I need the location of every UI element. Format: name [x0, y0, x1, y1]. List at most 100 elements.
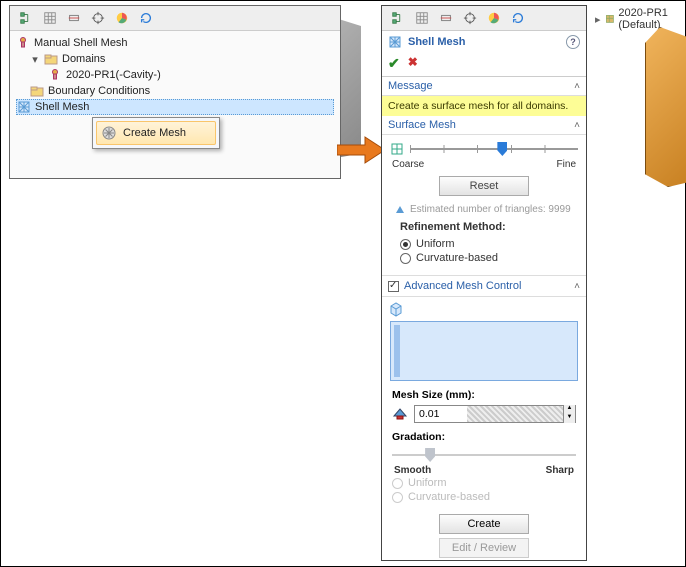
surface-mesh-header[interactable]: Surface Mesh ˄ — [382, 116, 586, 135]
refinement-header: Refinement Method: — [400, 221, 568, 233]
shellmesh-icon — [17, 100, 31, 114]
curvature-radio[interactable]: Curvature-based — [400, 251, 568, 265]
tree-domain-item-label: 2020-PR1(-Cavity-) — [66, 69, 161, 81]
part-icon — [605, 12, 615, 26]
uniform-radio[interactable]: Uniform — [400, 237, 568, 251]
radio-icon — [400, 253, 411, 264]
fine-label: Fine — [557, 159, 576, 170]
mesh-density-slider-row — [390, 141, 578, 157]
edit-review-button: Edit / Review — [439, 538, 529, 558]
expand-arrow-icon[interactable]: ▸ — [595, 13, 601, 26]
mesh-icon — [16, 36, 30, 50]
tb-icon-tree[interactable] — [16, 8, 36, 28]
right-toolbar — [382, 6, 586, 31]
tree-root-mesh[interactable]: Manual Shell Mesh — [16, 35, 334, 51]
mesh-size-group: Mesh Size (mm): 0.01 ▲ ▼ — [382, 385, 586, 427]
grad-curvature-label: Curvature-based — [408, 491, 490, 503]
estimated-triangles: Estimated number of triangles: 9999 — [390, 202, 578, 217]
tb-icon-refresh[interactable] — [136, 8, 156, 28]
tree-domains[interactable]: ▾ Domains — [16, 51, 334, 67]
cancel-button[interactable]: ✖ — [408, 55, 418, 72]
shell-mesh-property-panel: Shell Mesh ? ✔ ✖ Message ˄ Create a surf… — [381, 5, 587, 561]
create-mesh-icon — [101, 125, 117, 141]
sharp-label: Sharp — [546, 465, 574, 476]
tb-icon-grid[interactable] — [40, 8, 60, 28]
shellmesh-icon — [388, 35, 402, 49]
tb-icon-refresh[interactable] — [508, 8, 528, 28]
mesh-size-header: Mesh Size (mm): — [392, 389, 576, 401]
reset-button[interactable]: Reset — [439, 176, 529, 196]
model-tree-node[interactable]: ▸ 2020-PR1 (Default) — [595, 7, 685, 31]
tb-icon-dims[interactable] — [436, 8, 456, 28]
tb-icon-grid[interactable] — [412, 8, 432, 28]
ok-button[interactable]: ✔ — [388, 55, 400, 72]
panel-title: Shell Mesh — [408, 36, 465, 48]
folder-icon — [44, 52, 58, 66]
mesh-density-slider[interactable] — [410, 141, 578, 157]
gradation-group: Gradation: Smooth Sharp Uniform Curvatur… — [382, 427, 586, 508]
context-menu: Create Mesh — [92, 117, 220, 149]
tree-shellmesh-label: Shell Mesh — [35, 101, 89, 113]
feature-tree: Manual Shell Mesh ▾ Domains 2020-PR1(-Ca… — [10, 31, 340, 119]
coarse-label: Coarse — [392, 159, 424, 170]
spin-down[interactable]: ▼ — [563, 414, 575, 423]
grad-uniform-radio: Uniform — [392, 476, 576, 490]
tree-boundary-conditions[interactable]: Boundary Conditions — [16, 83, 334, 99]
hatch-decoration — [467, 406, 563, 422]
gradation-header: Gradation: — [392, 431, 576, 443]
message-header-label: Message — [388, 80, 433, 92]
adv-checkbox[interactable] — [388, 281, 399, 292]
bottom-button-row: Create Edit / Review — [382, 508, 586, 560]
tb-icon-target[interactable] — [88, 8, 108, 28]
triangle-icon — [396, 206, 404, 213]
cube-icon — [388, 301, 404, 317]
tree-root-label: Manual Shell Mesh — [34, 37, 128, 49]
ctx-create-mesh[interactable]: Create Mesh — [96, 121, 216, 145]
tree-domain-item[interactable]: 2020-PR1(-Cavity-) — [16, 67, 334, 83]
tb-icon-pie[interactable] — [484, 8, 504, 28]
tb-icon-tree[interactable] — [388, 8, 408, 28]
mesh-size-value: 0.01 — [415, 408, 467, 420]
part-icon — [48, 68, 62, 82]
help-icon[interactable]: ? — [566, 35, 580, 49]
advanced-selection-box[interactable] — [390, 321, 578, 381]
advanced-control-header[interactable]: Advanced Mesh Control ˄ — [382, 275, 586, 297]
ok-cancel-row: ✔ ✖ — [382, 53, 586, 77]
radio-icon — [400, 239, 411, 250]
tb-icon-dims[interactable] — [64, 8, 84, 28]
density-icon — [390, 142, 404, 156]
message-header[interactable]: Message ˄ — [382, 77, 586, 96]
surface-mesh-body: Coarse Fine Reset Estimated number of tr… — [382, 135, 586, 275]
orange-3d-preview — [645, 27, 686, 187]
message-body: Create a surface mesh for all domains. — [382, 96, 586, 116]
mesh-size-input[interactable]: 0.01 ▲ ▼ — [414, 405, 576, 423]
tree-shell-mesh[interactable]: Shell Mesh — [16, 99, 334, 115]
spin-up[interactable]: ▲ — [563, 405, 575, 414]
grad-uniform-label: Uniform — [408, 477, 447, 489]
folder-icon — [30, 84, 44, 98]
panel-title-row: Shell Mesh ? — [382, 31, 586, 53]
estimated-label: Estimated number of triangles: 9999 — [410, 204, 571, 215]
left-toolbar — [10, 6, 340, 31]
tree-bc-label: Boundary Conditions — [48, 85, 150, 97]
curvature-label: Curvature-based — [416, 252, 498, 264]
chevron-up-icon: ˄ — [574, 81, 580, 92]
tb-icon-pie[interactable] — [112, 8, 132, 28]
expand-icon[interactable]: ▾ — [30, 53, 40, 66]
refinement-method: Refinement Method: Uniform Curvature-bas… — [390, 217, 578, 269]
radio-icon — [392, 492, 403, 503]
ctx-create-mesh-label: Create Mesh — [123, 127, 186, 139]
tb-icon-target[interactable] — [460, 8, 480, 28]
tree-domains-label: Domains — [62, 53, 105, 65]
mesh-size-icon — [392, 406, 408, 422]
model-tree-node-label: 2020-PR1 (Default) — [618, 7, 685, 31]
advanced-header-label: Advanced Mesh Control — [404, 280, 521, 292]
chevron-up-icon: ˄ — [574, 120, 580, 131]
grad-curvature-radio: Curvature-based — [392, 490, 576, 504]
create-button[interactable]: Create — [439, 514, 529, 534]
smooth-label: Smooth — [394, 465, 431, 476]
uniform-label: Uniform — [416, 238, 455, 250]
gradation-slider[interactable] — [392, 447, 576, 463]
chevron-up-icon: ˄ — [574, 281, 580, 292]
radio-icon — [392, 478, 403, 489]
